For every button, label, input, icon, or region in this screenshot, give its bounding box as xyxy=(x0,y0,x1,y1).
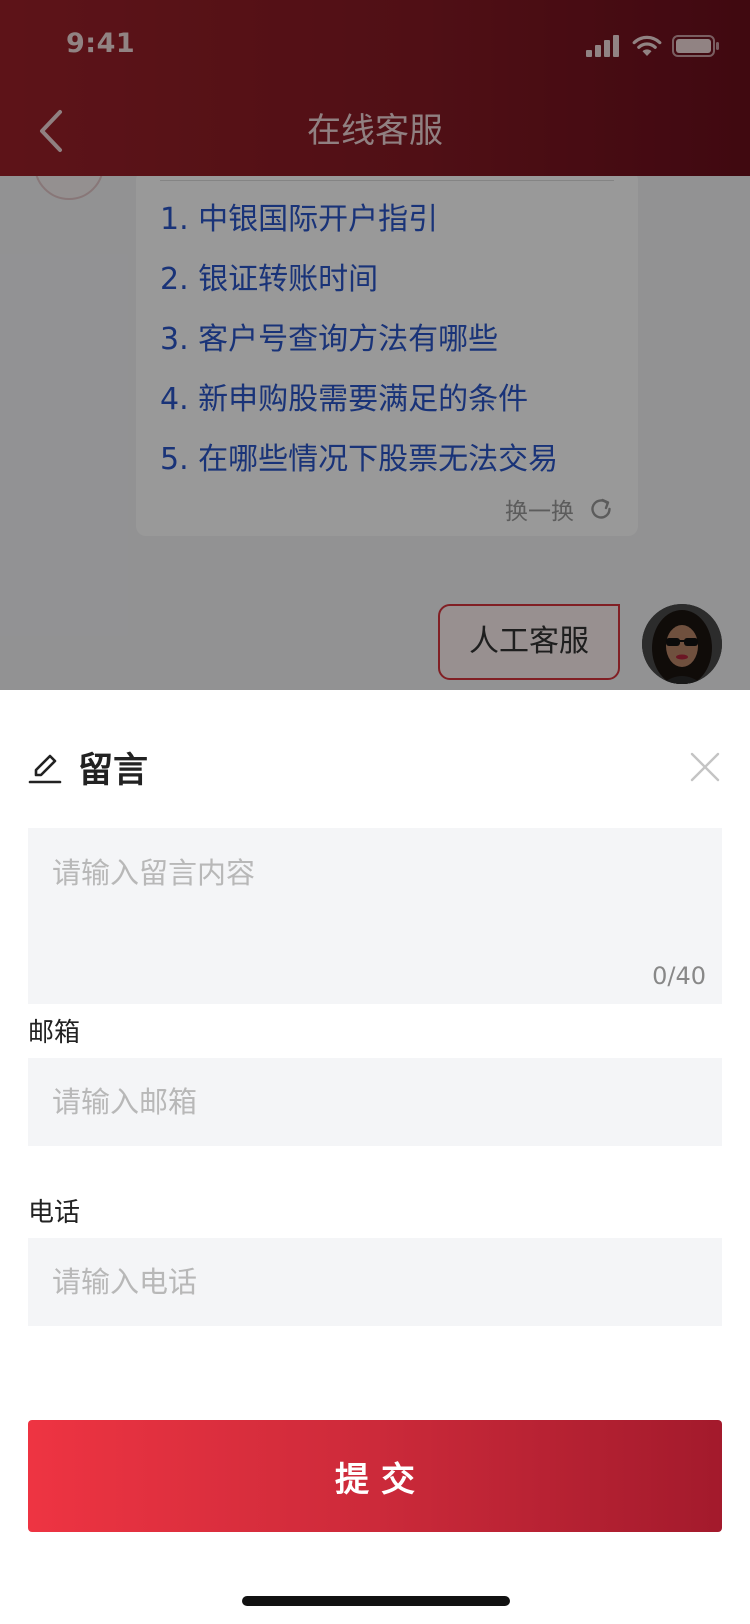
email-field xyxy=(28,1058,722,1146)
sheet-title: 留言 xyxy=(78,751,149,791)
message-box: 0/40 xyxy=(28,828,722,1004)
close-icon xyxy=(690,752,720,782)
phone-label: 电话 xyxy=(28,1198,81,1228)
sheet-header: 留言 xyxy=(28,742,148,793)
modal-backdrop[interactable] xyxy=(0,0,750,690)
phone-field xyxy=(28,1238,722,1326)
submit-button[interactable]: 提交 xyxy=(28,1420,722,1532)
email-input[interactable] xyxy=(52,1058,692,1146)
phone-input[interactable] xyxy=(52,1238,692,1326)
message-sheet: 留言 0/40 邮箱 电话 提交 xyxy=(0,690,750,1624)
char-count: 0/40 xyxy=(652,962,706,990)
message-input[interactable] xyxy=(52,850,692,950)
home-indicator xyxy=(242,1596,510,1606)
close-button[interactable] xyxy=(688,750,722,784)
email-label: 邮箱 xyxy=(28,1018,81,1048)
pencil-icon xyxy=(28,754,62,783)
